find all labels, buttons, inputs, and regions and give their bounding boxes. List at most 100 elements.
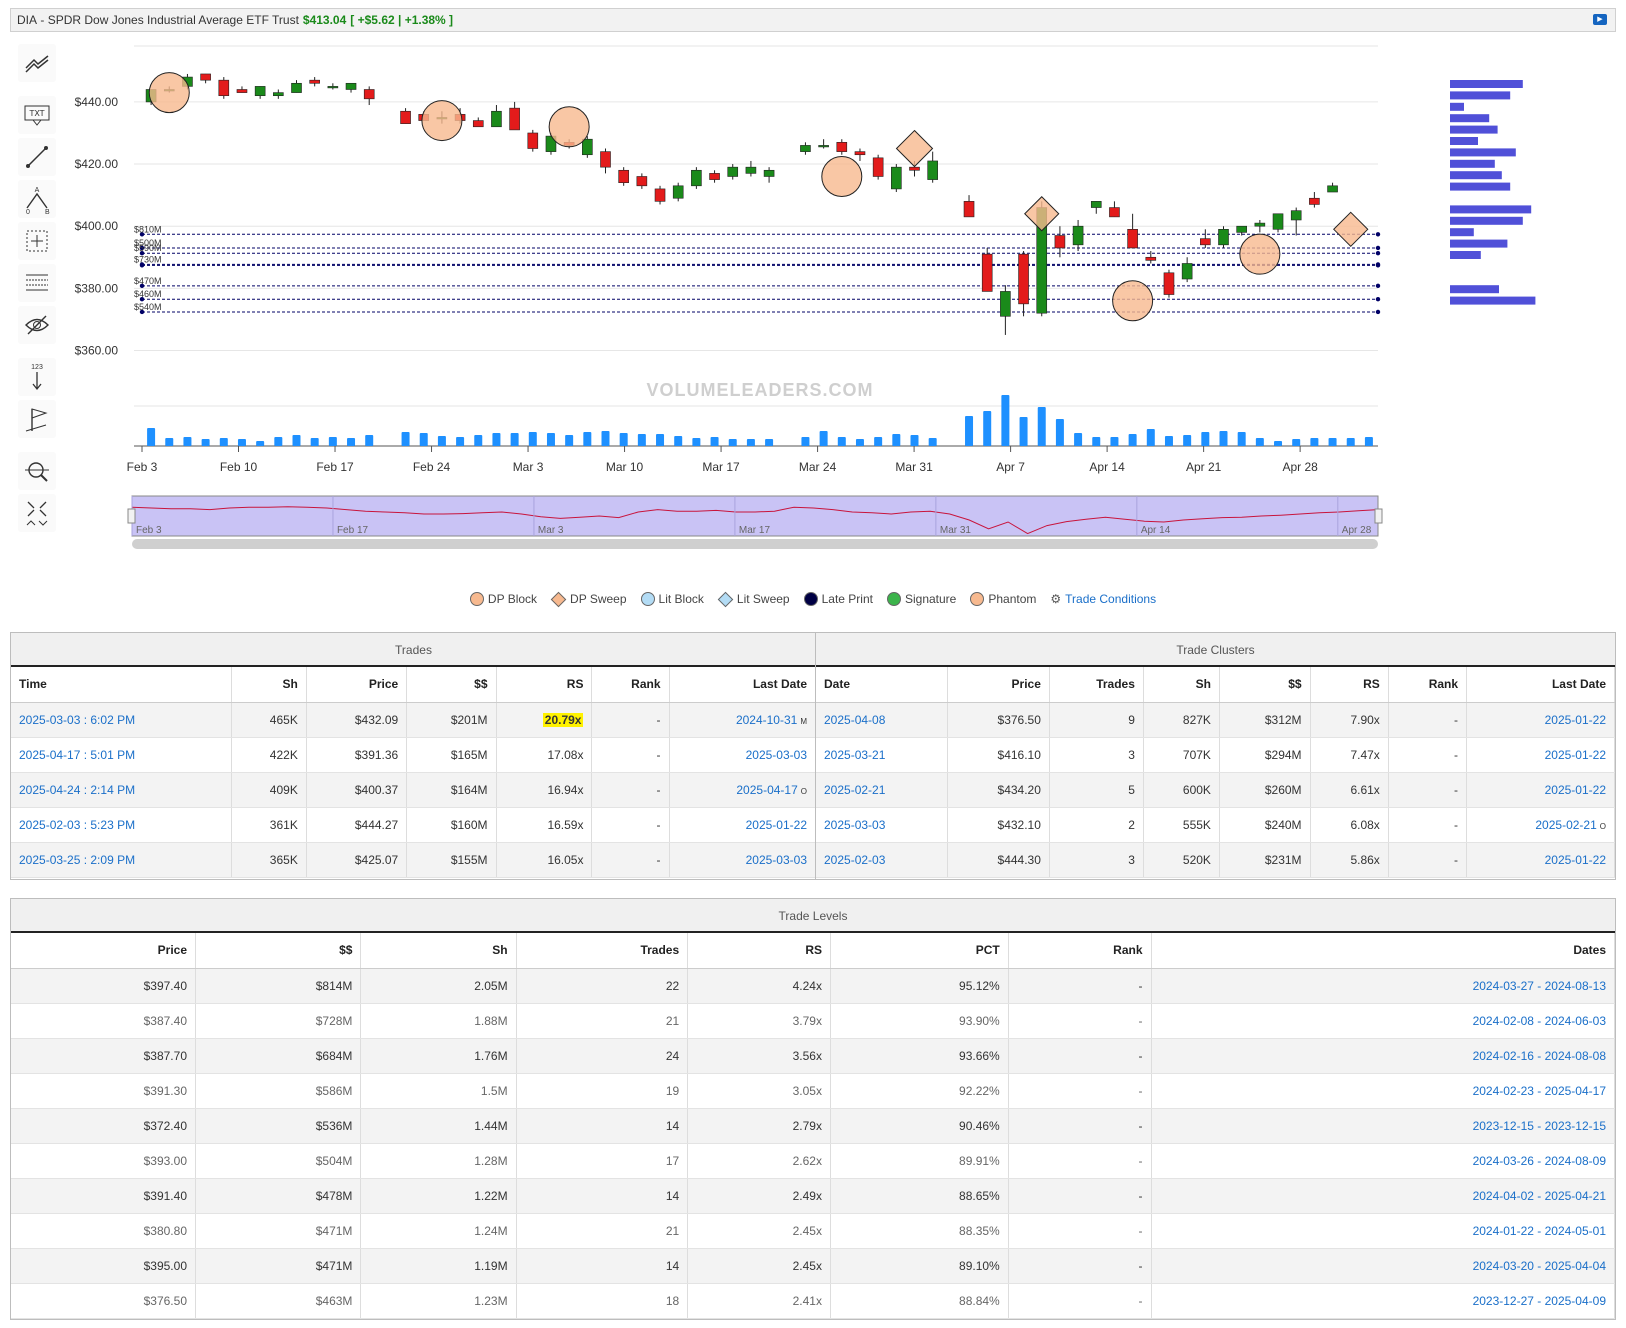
table-cell[interactable]: 2024-03-20 - 2025-04-04 (1151, 1248, 1615, 1284)
table-row[interactable]: $372.40 $536M 1.44M 14 2.79x 90.46% - 2023-12-1… (11, 1108, 1615, 1144)
column-header[interactable]: Price (11, 933, 196, 969)
table-cell[interactable]: 2025-04-17 O (669, 772, 817, 808)
table-row[interactable]: $397.40 $814M 2.05M 22 4.24x 95.12% - 2024-03-2… (11, 968, 1615, 1004)
cell-value: $444.27 (354, 817, 399, 832)
video-icon[interactable]: ▶ (1593, 14, 1607, 25)
table-row[interactable]: 2025-03-21 $416.10 3 707K $294M 7.47x - 2025-01… (816, 737, 1615, 773)
abc-icon[interactable]: A 0 B (18, 180, 56, 218)
legend-item[interactable]: Phantom (970, 592, 1036, 606)
table-cell[interactable]: 2024-03-26 - 2024-08-09 (1151, 1143, 1615, 1179)
table-cell[interactable]: 2025-01-22 (669, 807, 817, 843)
column-header[interactable]: Trades (1049, 667, 1144, 703)
table-cell[interactable]: 2023-12-15 - 2023-12-15 (1151, 1108, 1615, 1144)
column-header[interactable]: $$ (1219, 667, 1311, 703)
cell-value: 2025-02-03 (824, 852, 886, 867)
table-cell[interactable]: 2024-02-16 - 2024-08-08 (1151, 1038, 1615, 1074)
table-cell[interactable]: 2024-01-22 - 2024-05-01 (1151, 1213, 1615, 1249)
table-row[interactable]: $380.80 $471M 1.24M 21 2.45x 88.35% - 2024-01-2… (11, 1213, 1615, 1249)
table-cell[interactable]: 2025-02-03 (816, 842, 948, 878)
table-cell: 5 (1049, 772, 1144, 808)
column-header[interactable]: $$ (406, 667, 497, 703)
x-tick-label: Apr 28 (1282, 460, 1318, 474)
text-icon[interactable]: TXT (18, 96, 56, 134)
table-cell[interactable]: 2025-01-22 (1466, 842, 1615, 878)
table-cell[interactable]: 2025-03-03 (669, 737, 817, 773)
crosshair-icon[interactable] (18, 222, 56, 260)
table-cell[interactable]: 2024-03-27 - 2024-08-13 (1151, 968, 1615, 1004)
table-row[interactable]: 2025-02-03 $444.30 3 520K $231M 5.86x - 2025-01… (816, 842, 1615, 878)
table-row[interactable]: $393.00 $504M 1.28M 17 2.62x 89.91% - 2024-03-2… (11, 1143, 1615, 1179)
table-cell[interactable]: 2025-01-22 (1466, 772, 1615, 808)
column-header[interactable]: $$ (195, 933, 362, 969)
legend-item[interactable]: Lit Block (640, 592, 704, 606)
price-chart[interactable]: $440.00 $420.00 $400.00 $380.00 $360.00 VOLUM… (60, 36, 1626, 576)
table-cell[interactable]: 2025-02-21 O (1466, 807, 1615, 843)
table-row[interactable]: 2025-02-03 : 5:23 PM 361K $444.27 $160M 16.5… (11, 807, 817, 843)
table-cell[interactable]: 2025-02-21 (816, 772, 948, 808)
column-header[interactable]: Price (947, 667, 1050, 703)
column-header[interactable]: RS (496, 667, 593, 703)
expand-icon[interactable] (18, 494, 56, 532)
zoom-icon[interactable] (18, 452, 56, 490)
table-row[interactable]: 2025-03-25 : 2:09 PM 365K $425.07 $155M 16.0… (11, 842, 817, 878)
column-header[interactable]: PCT (830, 933, 1009, 969)
legend-item[interactable]: Signature (886, 592, 956, 606)
legend-item[interactable]: DP Sweep (550, 591, 627, 607)
legend-item[interactable]: DP Block (469, 592, 537, 606)
dp-block-marker (821, 155, 863, 197)
table-cell[interactable]: 2025-01-22 (1466, 737, 1615, 773)
column-header[interactable]: Dates (1151, 933, 1615, 969)
table-cell[interactable]: 2024-02-08 - 2024-06-03 (1151, 1003, 1615, 1039)
table-row[interactable]: 2025-04-17 : 5:01 PM 422K $391.36 $165M 17.0… (11, 737, 817, 773)
table-cell[interactable]: 2025-02-03 : 5:23 PM (11, 807, 232, 843)
column-header[interactable]: Rank (1388, 667, 1468, 703)
table-cell[interactable]: 2024-10-31 M (669, 702, 817, 738)
table-cell[interactable]: 2025-04-24 : 2:14 PM (11, 772, 232, 808)
table-row[interactable]: $387.70 $684M 1.76M 24 3.56x 93.66% - 2024-02-1… (11, 1038, 1615, 1074)
column-header[interactable]: RS (687, 933, 831, 969)
column-header[interactable]: Rank (591, 667, 670, 703)
numbered-icon[interactable]: 123 (18, 358, 56, 396)
table-cell[interactable]: 2025-03-25 : 2:09 PM (11, 842, 232, 878)
legend-item[interactable]: Lit Sweep (717, 591, 790, 607)
column-header[interactable]: Sh (360, 933, 517, 969)
column-header[interactable]: Rank (1008, 933, 1152, 969)
table-row[interactable]: 2025-03-03 $432.10 2 555K $240M 6.08x -2025-02… (816, 807, 1615, 843)
table-cell[interactable]: 2025-03-03 : 6:02 PM (11, 702, 232, 738)
column-header[interactable]: Last Date (669, 667, 817, 703)
table-row[interactable]: $391.30 $586M 1.5M 19 3.05x 92.22% - 2024-02-23… (11, 1073, 1615, 1109)
hide-icon[interactable] (18, 306, 56, 344)
table-row[interactable]: 2025-04-24 : 2:14 PM 409K $400.37 $164M 16.9… (11, 772, 817, 808)
line-icon[interactable] (18, 138, 56, 176)
table-cell[interactable]: 2023-12-27 - 2025-04-09 (1151, 1283, 1615, 1319)
table-cell[interactable]: 2024-02-23 - 2025-04-17 (1151, 1073, 1615, 1109)
column-header[interactable]: Price (306, 667, 408, 703)
table-row[interactable]: $387.40 $728M 1.88M 21 3.79x 93.90% - 2024-02-0… (11, 1003, 1615, 1039)
column-header[interactable]: Time (11, 667, 232, 703)
table-row[interactable]: 2025-02-21 $434.20 5 600K $260M 6.61x - 2025-01… (816, 772, 1615, 808)
flag-icon[interactable] (18, 400, 56, 438)
table-cell[interactable]: 2024-04-02 - 2025-04-21 (1151, 1178, 1615, 1214)
table-row[interactable]: $391.40 $478M 1.22M 14 2.49x 88.65% - 2024-04-0… (11, 1178, 1615, 1214)
trades-panel: Trades Time Sh Price $$ RS Rank Last Date 2025… (10, 632, 817, 880)
column-header[interactable]: Sh (1143, 667, 1220, 703)
column-header[interactable]: Last Date (1466, 667, 1615, 703)
table-row[interactable]: 2025-03-03 : 6:02 PM 465K $432.09 $201M 20.7… (11, 702, 817, 738)
legend-item[interactable]: ⚙ Trade Conditions (1050, 592, 1156, 606)
column-header[interactable]: Trades (516, 933, 689, 969)
table-row[interactable]: 2025-04-08 $376.50 9 827K $312M 7.90x - 2025-01… (816, 702, 1615, 738)
column-header[interactable]: RS (1310, 667, 1389, 703)
column-header[interactable]: Sh (231, 667, 307, 703)
fib-icon[interactable] (18, 264, 56, 302)
trend-icon[interactable] (18, 44, 56, 82)
table-row[interactable]: $376.50 $463M 1.23M 18 2.41x 88.84% - 2023-12-2… (11, 1283, 1615, 1319)
table-cell[interactable]: 2025-04-08 (816, 702, 948, 738)
table-cell[interactable]: 2025-03-03 (816, 807, 948, 843)
table-cell[interactable]: 2025-03-21 (816, 737, 948, 773)
legend-item[interactable]: Late Print (803, 592, 873, 606)
table-cell[interactable]: 2025-04-17 : 5:01 PM (11, 737, 232, 773)
column-header[interactable]: Date (816, 667, 948, 703)
table-row[interactable]: $395.00 $471M 1.19M 14 2.45x 89.10% - 2024-03-2… (11, 1248, 1615, 1284)
table-cell[interactable]: 2025-03-03 (669, 842, 817, 878)
table-cell[interactable]: 2025-01-22 (1466, 702, 1615, 738)
